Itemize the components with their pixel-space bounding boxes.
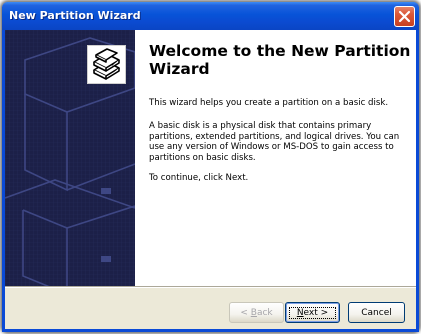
instruction-text: To continue, click Next. [149,173,249,183]
window-title: New Partition Wizard [9,9,141,22]
cancel-button[interactable]: Cancel [348,302,405,323]
back-button[interactable]: < Back [229,302,284,323]
disk-stack-icon [87,45,126,84]
next-button-focus: Next > [288,306,337,319]
page-title: Welcome to the New Partition Wizard [149,42,411,78]
intro-text: This wizard helps you create a partition… [149,98,389,108]
close-button[interactable] [394,6,415,27]
back-button-prefix: < [240,307,251,318]
wizard-content: Welcome to the New Partition Wizard This… [135,30,416,286]
description-text: A basic disk is a physical disk that con… [149,121,400,163]
close-x-icon [398,10,411,23]
wizard-window: New Partition Wizard Welcome to the New … [2,2,419,332]
wizard-side-panel [5,30,135,286]
client-area: Welcome to the New Partition Wizard This… [5,30,416,329]
button-separator [5,286,416,288]
title-bar[interactable]: New Partition Wizard [2,2,419,30]
back-button-rest: ack [256,307,273,318]
next-button[interactable]: Next > [285,302,340,323]
next-button-accel: N [296,307,304,318]
next-button-rest: ext > [303,307,329,318]
